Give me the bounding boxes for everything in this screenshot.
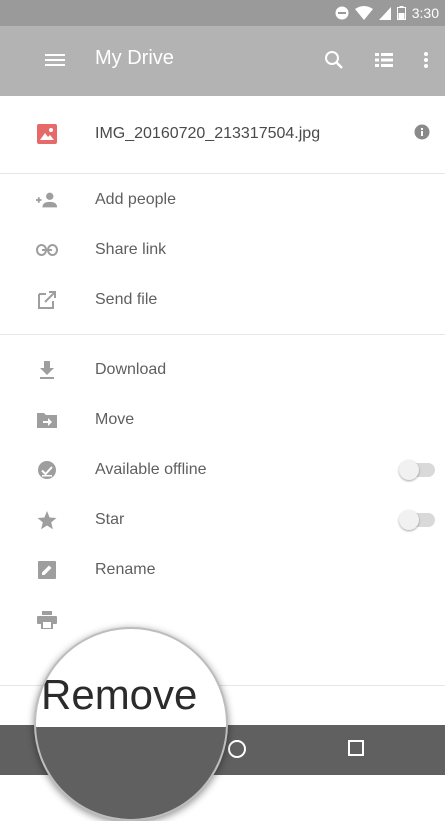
more-vert-icon[interactable]	[422, 49, 430, 76]
offline-check-icon	[36, 459, 58, 481]
file-header: IMG_20160720_213317504.jpg	[0, 109, 445, 159]
menu-item-label: Move	[95, 411, 135, 428]
signal-icon	[378, 6, 391, 20]
download-icon	[36, 359, 58, 381]
remove-menu-item[interactable]: Remove	[41, 671, 197, 719]
info-icon[interactable]	[414, 124, 430, 145]
move-folder-icon	[36, 409, 58, 431]
menu-item-print[interactable]	[0, 595, 445, 645]
menu-item-label: Star	[95, 511, 125, 528]
menu-item-share-link[interactable]: Share link	[0, 225, 445, 275]
menu-icon[interactable]	[44, 49, 66, 76]
wifi-icon	[354, 6, 373, 20]
menu-item-available-offline[interactable]: Available offline	[0, 445, 445, 495]
menu-item-star[interactable]: Star	[0, 495, 445, 545]
battery-icon	[396, 6, 406, 20]
print-icon	[36, 609, 58, 631]
magnified-nav-bar	[36, 727, 226, 819]
star-icon	[36, 509, 58, 531]
do-not-disturb-icon	[335, 6, 349, 20]
remove-magnifier-callout: Remove	[34, 627, 228, 821]
add-person-icon	[36, 189, 58, 211]
recents-icon[interactable]	[347, 739, 365, 762]
star-toggle[interactable]	[399, 510, 435, 530]
search-icon[interactable]	[323, 49, 345, 76]
divider	[0, 173, 445, 174]
menu-item-label: Available offline	[95, 461, 207, 478]
menu-item-rename[interactable]: Rename	[0, 545, 445, 595]
send-file-icon	[36, 289, 58, 311]
rename-icon	[36, 559, 58, 581]
menu-item-move[interactable]: Move	[0, 395, 445, 445]
status-bar: 3:30	[0, 0, 445, 26]
image-file-icon	[36, 123, 58, 145]
menu-item-label: Rename	[95, 561, 156, 578]
offline-toggle[interactable]	[399, 460, 435, 480]
menu-item-add-people[interactable]: Add people	[0, 175, 445, 225]
menu-item-download[interactable]: Download	[0, 345, 445, 395]
menu-item-label: Send file	[95, 291, 158, 308]
menu-item-send-file[interactable]: Send file	[0, 275, 445, 325]
list-view-icon[interactable]	[374, 49, 394, 76]
home-icon[interactable]	[227, 739, 247, 764]
divider	[0, 334, 445, 335]
status-time: 3:30	[411, 5, 439, 21]
link-icon	[36, 239, 58, 261]
toggle-knob	[399, 510, 419, 530]
file-name: IMG_20160720_213317504.jpg	[95, 125, 321, 142]
menu-item-label: Add people	[95, 191, 176, 208]
menu-item-label: Share link	[95, 241, 167, 258]
menu-item-label: Download	[95, 361, 167, 378]
toggle-knob	[399, 460, 419, 480]
page-title: My Drive	[95, 47, 174, 69]
app-bar: My Drive	[0, 26, 445, 96]
